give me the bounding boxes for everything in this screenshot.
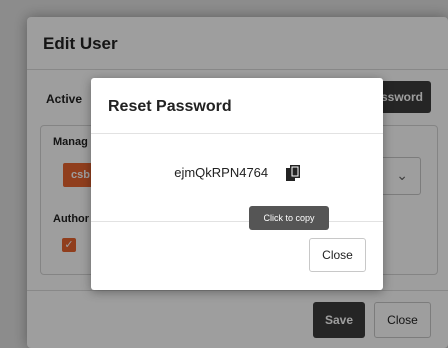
reset-password-modal: Reset Password ejmQkRPN4764 Click to cop… — [91, 78, 383, 290]
password-row: ejmQkRPN4764 — [91, 164, 383, 181]
generated-password: ejmQkRPN4764 — [174, 165, 269, 181]
copy-icon[interactable] — [285, 164, 300, 181]
modal-close-button[interactable]: Close — [309, 238, 366, 272]
copy-tooltip: Click to copy — [249, 206, 329, 230]
modal-title: Reset Password — [108, 98, 232, 115]
modal-header: Reset Password — [91, 78, 383, 134]
modal-footer-divider — [91, 221, 383, 222]
